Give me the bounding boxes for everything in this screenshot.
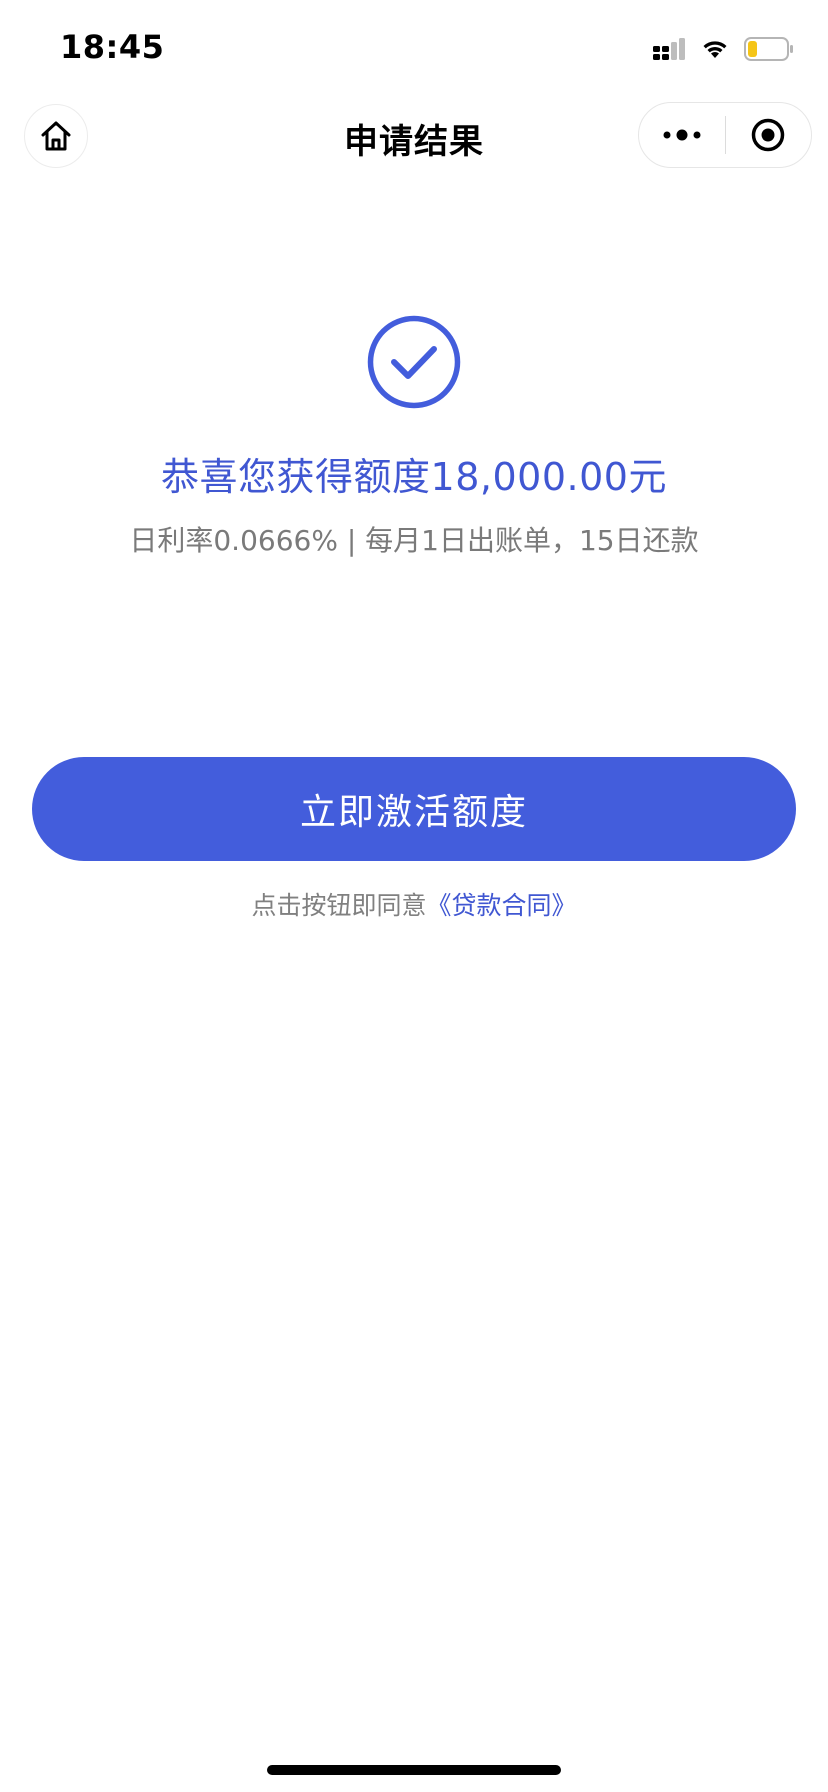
wifi-icon	[703, 41, 727, 58]
agreement-prefix: 点击按钮即同意	[251, 891, 427, 920]
status-bar: 18:45	[0, 0, 828, 96]
more-button[interactable]	[639, 102, 725, 168]
more-dots-icon	[663, 129, 701, 141]
battery-low-icon	[744, 37, 793, 61]
status-time: 18:45	[60, 28, 165, 66]
target-circle-icon	[752, 118, 785, 152]
status-icons	[652, 34, 794, 64]
activate-limit-button[interactable]: 立即激活额度	[32, 757, 796, 861]
loan-contract-link[interactable]: 《贷款合同》	[427, 891, 577, 920]
cellular-signal-icon	[653, 38, 685, 60]
agreement-line: 点击按钮即同意《贷款合同》	[0, 886, 828, 922]
check-circle-icon	[367, 315, 461, 409]
nav-bar: 申请结果	[0, 96, 828, 178]
rate-and-billing-info: 日利率0.0666% | 每月1日出账单，15日还款	[129, 524, 699, 557]
close-miniapp-button[interactable]	[726, 102, 812, 168]
credit-limit-title: 恭喜您获得额度18,000.00元	[161, 455, 667, 499]
capsule-menu	[638, 102, 812, 168]
activate-limit-label: 立即激活额度	[299, 792, 528, 833]
home-indicator[interactable]	[267, 1765, 561, 1775]
